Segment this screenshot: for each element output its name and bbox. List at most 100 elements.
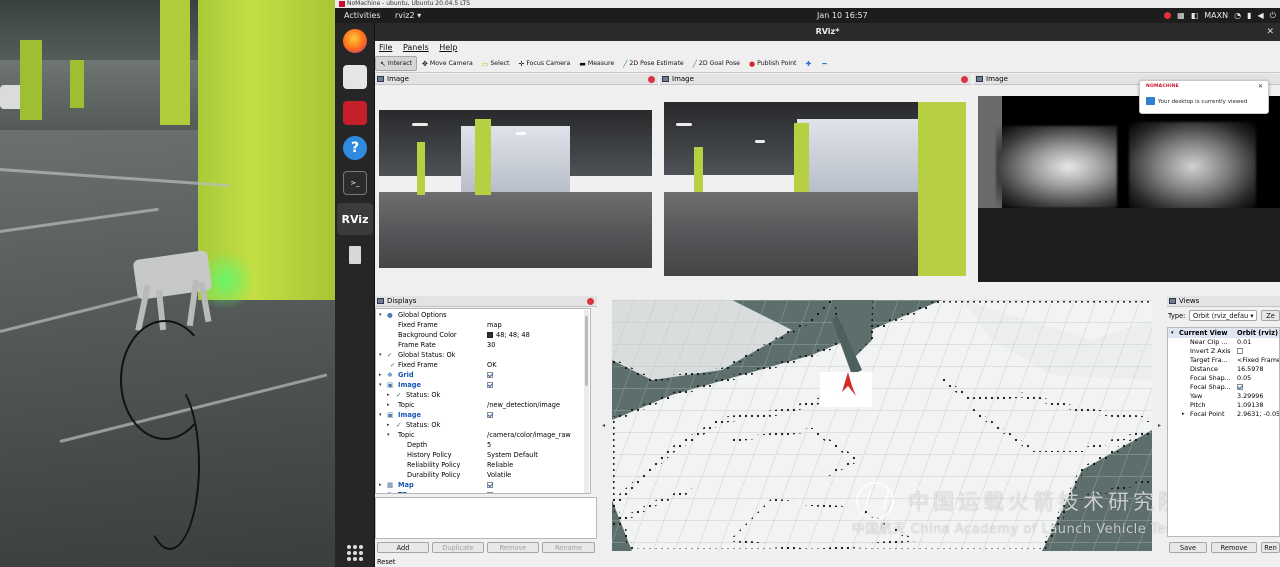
nvidia-icon[interactable]: ◧ xyxy=(1191,8,1199,23)
current-view-header[interactable]: ▾ Current View Orbit (rviz) xyxy=(1168,328,1279,338)
reset-button[interactable]: Reset xyxy=(377,558,395,566)
tool-focus-camera[interactable]: ✛ Focus Camera xyxy=(514,56,574,71)
publish-point-icon: ● xyxy=(748,59,756,68)
invert-z-checkbox[interactable] xyxy=(1237,348,1243,354)
firefox-icon[interactable] xyxy=(343,29,367,53)
remove-button[interactable]: Remove xyxy=(487,542,539,553)
view-row[interactable]: Target Fra... <Fixed Frame xyxy=(1168,356,1279,365)
views-save-button[interactable]: Save xyxy=(1169,542,1207,553)
tool-2d-goal-pose[interactable]: ╱ 2D Goal Pose xyxy=(689,56,744,71)
tree-row[interactable]: ▾ ▣ Image xyxy=(376,410,590,420)
tool-publish-point[interactable]: ● Publish Point xyxy=(745,56,801,71)
view-row[interactable]: Invert Z Axis xyxy=(1168,347,1279,356)
window-close-icon[interactable]: ✕ xyxy=(1266,23,1274,41)
recording-icon[interactable] xyxy=(1164,12,1172,19)
tree-row[interactable]: ✓ Fixed Frame OK xyxy=(376,360,590,370)
tree-row[interactable]: ▸ ✓ Status: Ok xyxy=(376,390,590,400)
tree-row[interactable]: Depth 5 xyxy=(376,440,590,450)
parking-garage-photo xyxy=(0,0,335,567)
image-icon: ▣ xyxy=(387,381,394,389)
view-row[interactable]: ▸ Focal Point 2.9631; -0.05 xyxy=(1168,410,1279,419)
tool-measure[interactable]: ▬ Measure xyxy=(575,56,618,71)
tree-row[interactable]: ▸⚲TF xyxy=(376,490,590,493)
color-swatch[interactable] xyxy=(487,332,493,338)
tree-row[interactable]: ▾ ▣ Image xyxy=(376,380,590,390)
views-type-select[interactable]: Orbit (rviz_defau ▾ xyxy=(1189,310,1257,321)
network-icon[interactable]: ▦ xyxy=(1177,8,1185,23)
image-checkbox[interactable] xyxy=(487,412,493,418)
view-row[interactable]: Distance 16.5978 xyxy=(1168,365,1279,374)
power-mode-label[interactable]: MAXN xyxy=(1204,8,1228,23)
rviz-icon[interactable]: RViz xyxy=(342,207,369,231)
panel-close-icon[interactable] xyxy=(587,298,594,305)
views-rename-button[interactable]: Ren xyxy=(1261,542,1280,553)
tree-row[interactable]: Frame Rate 30 xyxy=(376,340,590,350)
tree-row[interactable]: ▾ Topic/camera/color/image_raw xyxy=(376,430,590,440)
tree-row[interactable]: ▸ ✓ Status: Ok xyxy=(376,420,590,430)
panel-close-icon[interactable] xyxy=(961,76,968,83)
focal-shape-checkbox[interactable] xyxy=(1237,384,1243,390)
help-icon[interactable]: ? xyxy=(343,136,367,160)
menu-file[interactable]: File xyxy=(379,43,392,52)
view-row[interactable]: Yaw 3.29996 xyxy=(1168,392,1279,401)
tool-select[interactable]: ▭ Select xyxy=(478,56,514,71)
show-applications-icon[interactable] xyxy=(347,545,363,561)
nomachine-app-icon[interactable] xyxy=(343,101,367,125)
rename-button[interactable]: Rename xyxy=(542,542,595,553)
volume-icon[interactable]: ◀ xyxy=(1258,8,1264,23)
files-icon[interactable] xyxy=(343,65,367,89)
nomachine-notification[interactable]: NOMACHINE ✕ Your desktop is currently vi… xyxy=(1139,80,1269,114)
tree-row[interactable]: Durability Policy Volatile xyxy=(376,470,590,480)
tree-row[interactable]: ▸ ❖ Grid xyxy=(376,370,590,380)
tree-row[interactable]: ▾ ● Global Options xyxy=(376,310,590,320)
view-row[interactable]: Near Clip ... 0.01 xyxy=(1168,338,1279,347)
notification-close-icon[interactable]: ✕ xyxy=(1258,83,1263,90)
duplicate-button[interactable]: Duplicate xyxy=(432,542,484,553)
wifi-icon[interactable]: ◔ xyxy=(1234,8,1241,23)
tree-row[interactable]: ▸ Topic/new_detection/image xyxy=(376,400,590,410)
app-menu[interactable]: rviz2 ▾ xyxy=(395,8,421,23)
text-editor-icon[interactable] xyxy=(343,243,367,267)
monitor-icon xyxy=(377,298,384,304)
displays-scrollbar[interactable] xyxy=(584,310,589,493)
terminal-icon[interactable]: >_ xyxy=(343,171,367,195)
add-tool-button[interactable]: ✚ xyxy=(801,56,817,71)
view-row[interactable]: Focal Shap... xyxy=(1168,383,1279,392)
tree-row[interactable]: Background Color 48; 48; 48 xyxy=(376,330,590,340)
tool-move-camera[interactable]: ✥ Move Camera xyxy=(418,56,477,71)
right-splitter-handle[interactable]: ▸ xyxy=(1158,422,1161,429)
system-tray[interactable]: ▦ ◧ MAXN ◔ ▮ ◀ ⏻ xyxy=(1164,8,1280,23)
minus-icon: ━ xyxy=(822,59,827,68)
tool-2d-pose-estimate[interactable]: ╱ 2D Pose Estimate xyxy=(619,56,688,71)
tf-checkbox[interactable] xyxy=(487,492,493,493)
tree-row[interactable]: ▾ ✓ Global Status: Ok xyxy=(376,350,590,360)
tree-row[interactable]: History Policy System Default xyxy=(376,450,590,460)
grid-checkbox[interactable] xyxy=(487,372,493,378)
image-checkbox[interactable] xyxy=(487,382,493,388)
tree-row[interactable]: ▸ ▦ Map xyxy=(376,480,590,490)
tool-interact[interactable]: ↖ Interact xyxy=(375,56,418,71)
menu-panels[interactable]: Panels xyxy=(403,43,429,52)
tree-row[interactable]: Fixed Frame map xyxy=(376,320,590,330)
tree-row[interactable]: Reliability Policy Reliable xyxy=(376,460,590,470)
activities-button[interactable]: Activities xyxy=(344,8,381,23)
add-button[interactable]: Add xyxy=(377,542,429,553)
clock[interactable]: Jan 10 16:57 xyxy=(817,8,868,23)
panel-close-icon[interactable] xyxy=(648,76,655,83)
views-tree[interactable]: ▾ Current View Orbit (rviz) Near Clip ..… xyxy=(1167,327,1280,537)
remove-tool-button[interactable]: ━ xyxy=(818,56,832,71)
window-title: RViz* xyxy=(375,23,1280,41)
screen: NoMachine - ubuntu, Ubuntu 20.04.5 LTS A… xyxy=(0,0,1280,567)
occupancy-map xyxy=(612,300,1152,551)
left-splitter-handle[interactable]: ◂ xyxy=(602,422,605,429)
views-remove-button[interactable]: Remove xyxy=(1211,542,1257,553)
displays-tree[interactable]: ▾ ● Global Options Fixed Frame map Backgrou… xyxy=(375,308,591,494)
view-row[interactable]: Pitch 1.09138 xyxy=(1168,401,1279,410)
map-checkbox[interactable] xyxy=(487,482,493,488)
microphone-icon[interactable]: ▮ xyxy=(1247,8,1251,23)
menu-help[interactable]: Help xyxy=(439,43,457,52)
zero-button[interactable]: Ze xyxy=(1261,310,1280,321)
render-3d-view[interactable] xyxy=(612,300,1152,551)
view-row[interactable]: Focal Shap... 0.05 xyxy=(1168,374,1279,383)
power-icon[interactable]: ⏻ xyxy=(1270,8,1276,23)
